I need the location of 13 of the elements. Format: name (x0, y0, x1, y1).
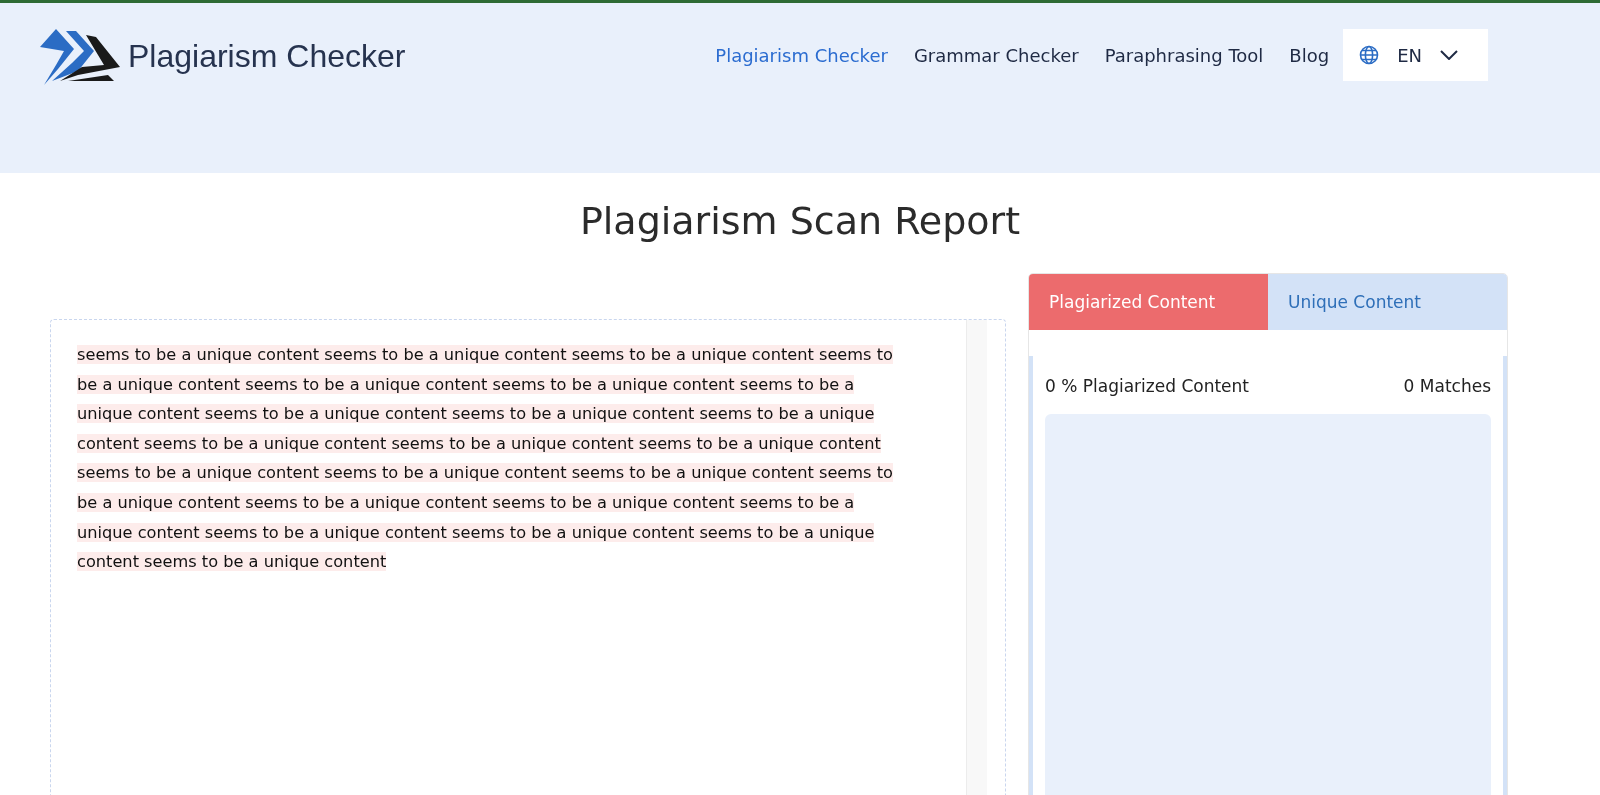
logo-text[interactable]: Plagiarism Checker (128, 37, 406, 75)
globe-icon (1359, 45, 1380, 65)
chevron-down-icon (1440, 50, 1458, 60)
page-title: Plagiarism Scan Report (578, 199, 1022, 243)
nav-link[interactable]: Paraphrasing Tool (1104, 44, 1264, 66)
plagiarism-percentage: 0 % Plagiarized Content (1045, 376, 1249, 396)
nav-link[interactable]: Blog (1289, 44, 1330, 66)
match-count: 0 Matches (1403, 376, 1491, 396)
nav-link[interactable]: Plagiarism Checker (715, 44, 888, 66)
results-tab[interactable]: Unique Content (1268, 274, 1507, 330)
document-text: seems to be a unique content seems to be a unique content seems to be a unique content seems to be a unique content seems to be a unique content seems to be a unique content seems to be a unique content seems to be a unique content seems to be a unique content seems to be a unique content seems to be a unique content seems to be a unique content seems to be a unique content seems to be a unique content seems to be a unique content seems to be a unique content seems to be a unique content seems to be a unique content seems to be a unique content seems to be a unique content seems to be a unique content seems to be a unique content seems to be a unique content seems to be a unique content (77, 344, 894, 574)
language-dropdown[interactable]: EN (1343, 29, 1488, 81)
nav-link[interactable]: Grammar Checker (913, 44, 1079, 66)
